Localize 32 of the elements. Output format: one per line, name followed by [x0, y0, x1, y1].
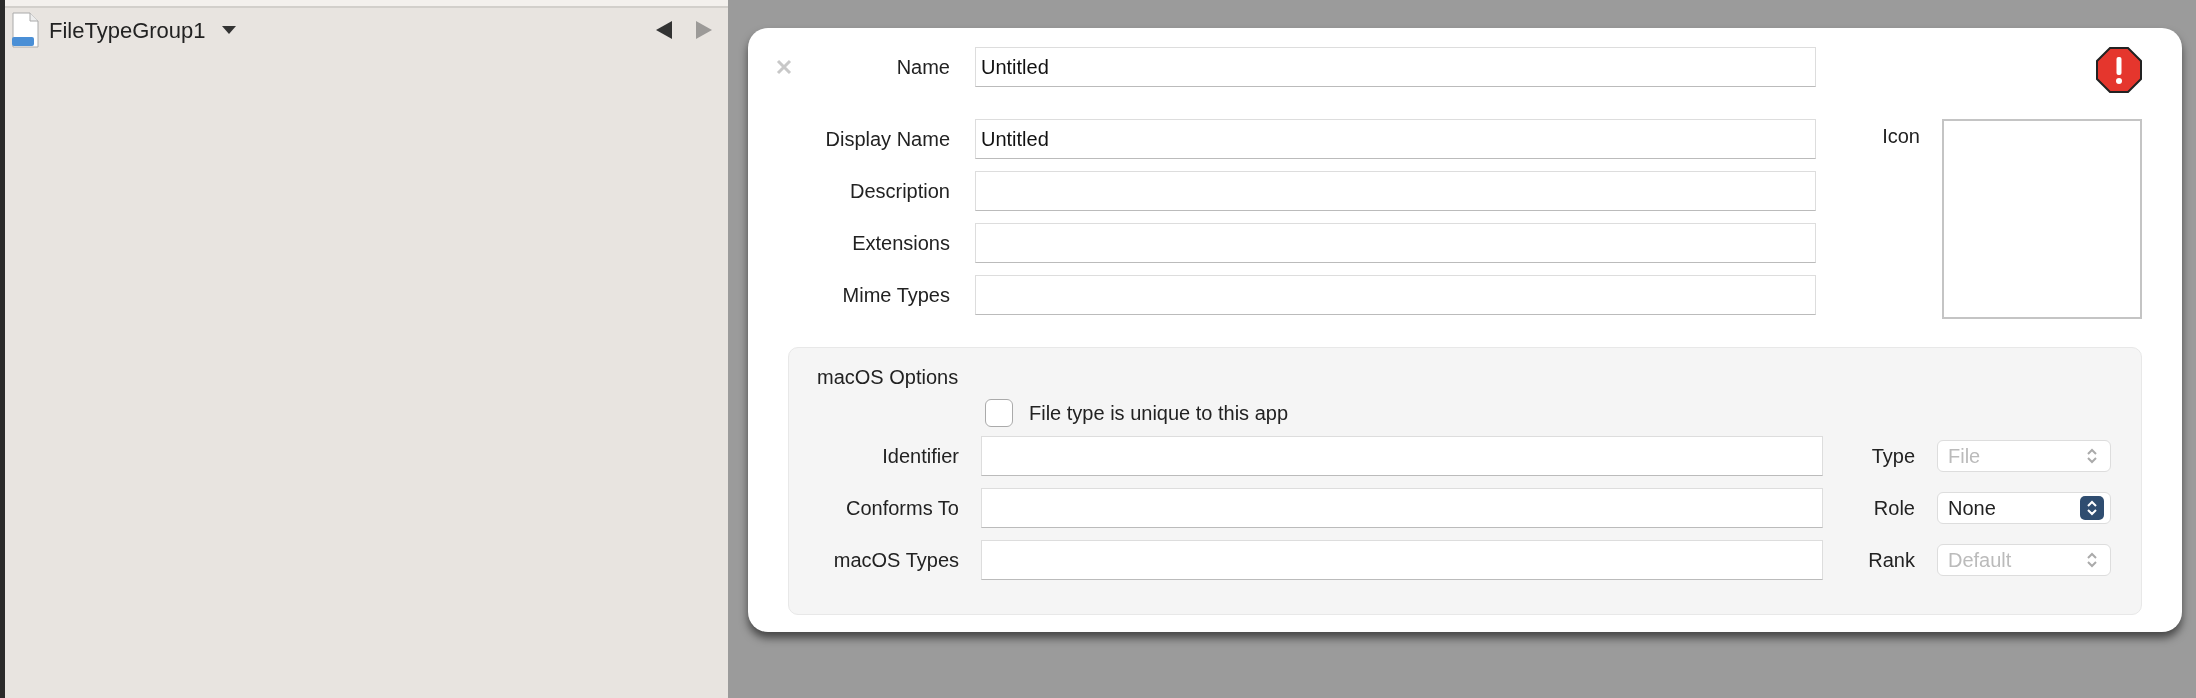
close-icon[interactable]: [776, 59, 792, 75]
select-label: Role: [1872, 496, 1915, 521]
group-title: FileTypeGroup1: [49, 16, 206, 45]
icon-well[interactable]: [1942, 119, 2142, 319]
text-field[interactable]: [981, 488, 1823, 528]
error-icon: [2096, 47, 2142, 93]
text-field[interactable]: [975, 171, 1816, 211]
field-label: Mime Types: [842, 283, 950, 308]
select-label: Type: [1870, 444, 1915, 469]
checkbox-label: File type is unique to this app: [1029, 401, 1289, 426]
file-icon: [11, 12, 39, 48]
field-label: macOS Types: [832, 548, 959, 573]
field-label: Description: [849, 179, 950, 204]
icon-label: Icon: [1882, 124, 1920, 149]
text-field[interactable]: [975, 275, 1816, 315]
field-label: Identifier: [881, 444, 959, 469]
text-field[interactable]: [975, 223, 1816, 263]
options-title: macOS Options: [817, 365, 960, 390]
field-label: Name: [896, 55, 950, 80]
back-arrow-icon[interactable]: [656, 21, 672, 39]
select-label: Rank: [1867, 548, 1915, 573]
dropdown-caret-icon[interactable]: [221, 26, 236, 34]
text-field[interactable]: Untitled: [975, 119, 1816, 159]
field-label: Conforms To: [845, 496, 959, 521]
popup-select[interactable]: None: [1937, 492, 2111, 524]
field-label: Display Name: [825, 127, 950, 152]
field-label: Extensions: [852, 231, 950, 256]
stepper-chevrons-icon: [2080, 496, 2104, 520]
text-field[interactable]: Untitled: [975, 47, 1816, 87]
text-field[interactable]: [981, 540, 1823, 580]
checkbox[interactable]: [985, 399, 1013, 427]
text-field[interactable]: [981, 436, 1823, 476]
